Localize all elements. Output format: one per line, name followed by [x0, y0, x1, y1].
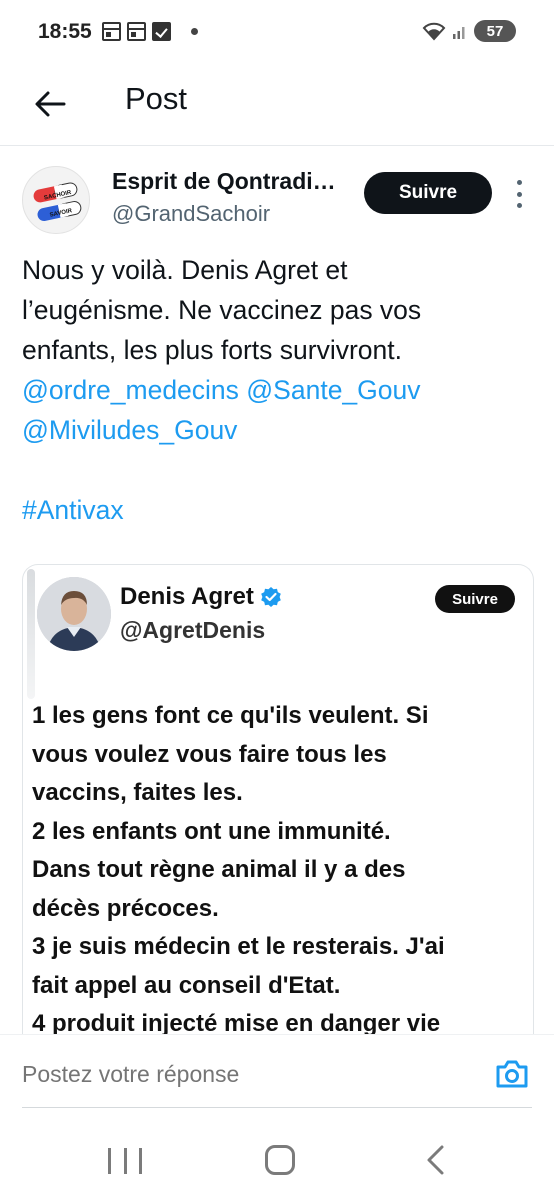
dot-icon [516, 180, 522, 185]
status-time: 18:55 [38, 20, 92, 43]
reply-bar [0, 1034, 554, 1114]
image-edge [27, 569, 35, 699]
mention-link[interactable]: @Miviludes_Gouv [22, 410, 532, 450]
signal-icon [452, 22, 468, 40]
wifi-icon [422, 21, 446, 41]
system-back-button[interactable] [424, 1144, 448, 1176]
post-text-line: l’eugénisme. Ne vaccinez pas vos [22, 295, 422, 325]
embed-text-line: vaccins, faites les. [32, 779, 243, 806]
dot-icon [516, 191, 522, 197]
dot-icon [516, 203, 522, 208]
embed-text-line: 1 les gens font ce qu'ils veulent. Si [32, 702, 429, 729]
dot-icon [191, 28, 198, 35]
reply-underline [22, 1107, 532, 1108]
home-button[interactable] [265, 1145, 295, 1175]
author-name[interactable]: Esprit de Qontradi… [112, 168, 336, 195]
post-text: Nous y voilà. Denis Agret et l’eugénisme… [22, 250, 532, 530]
checkbox-icon [152, 22, 171, 41]
calendar-icon [127, 22, 146, 41]
post-text-line: Nous y voilà. Denis Agret et [22, 255, 348, 285]
system-nav-bar [0, 1120, 554, 1200]
system-icons: 57 [422, 20, 516, 42]
person-photo-icon [37, 577, 111, 651]
verified-badge-icon [261, 587, 281, 607]
calendar-icon [102, 22, 121, 41]
mention-links[interactable]: @ordre_medecins @Sante_Gouv [22, 370, 532, 410]
recents-button[interactable] [108, 1148, 142, 1174]
camera-icon [496, 1060, 528, 1088]
reply-input[interactable] [22, 1061, 462, 1088]
chevron-left-icon [427, 1145, 444, 1175]
app-header: Post [0, 64, 554, 146]
embed-text: 1 les gens font ce qu'ils veulent. Si vo… [32, 697, 532, 1034]
embed-text-line: Dans tout règne animal il y a des [32, 856, 406, 883]
arrow-left-icon [35, 91, 66, 117]
embed-author-name: Denis Agret [120, 583, 254, 610]
hashtag-link[interactable]: #Antivax [22, 490, 532, 530]
back-button[interactable] [28, 82, 72, 126]
more-options-button[interactable] [510, 180, 528, 208]
embed-text-line: décès précoces. [32, 894, 219, 922]
embed-text-line: fait appel au conseil d'Etat. [32, 971, 341, 999]
embed-text-line: 4 produit injecté mise en danger vie [32, 1010, 441, 1034]
status-bar: 18:55 57 [0, 0, 554, 64]
embed-avatar [37, 577, 111, 651]
camera-button[interactable] [493, 1055, 531, 1093]
author-handle[interactable]: @GrandSachoir [112, 201, 270, 227]
embed-text-line: vous voulez vous faire tous les [32, 740, 387, 768]
battery-level: 57 [486, 22, 504, 40]
embed-text-line: 2 les enfants ont une immunité. [32, 817, 391, 845]
avatar[interactable]: SACHOIR SAVOIR [22, 166, 90, 234]
post-text-line: enfants, les plus forts survivront. [22, 335, 402, 365]
pill-logo-icon: SACHOIR SAVOIR [33, 182, 82, 221]
page-title: Post [125, 81, 188, 116]
recents-icon [108, 1148, 111, 1174]
recents-icon [139, 1148, 142, 1174]
follow-button[interactable]: Suivre [364, 172, 492, 214]
notification-icons [102, 22, 198, 41]
embed-name-row: Denis Agret [120, 583, 282, 611]
embed-author-handle: @AgretDenis [120, 617, 266, 643]
embedded-screenshot[interactable]: Denis Agret @AgretDenis Suivre 1 les gen… [22, 564, 534, 1034]
embed-text-line: 3 je suis médecin et le resterais. J'ai [32, 933, 445, 960]
battery-icon: 57 [474, 20, 516, 42]
embed-follow-button: Suivre [435, 585, 515, 613]
recents-icon [123, 1148, 127, 1174]
